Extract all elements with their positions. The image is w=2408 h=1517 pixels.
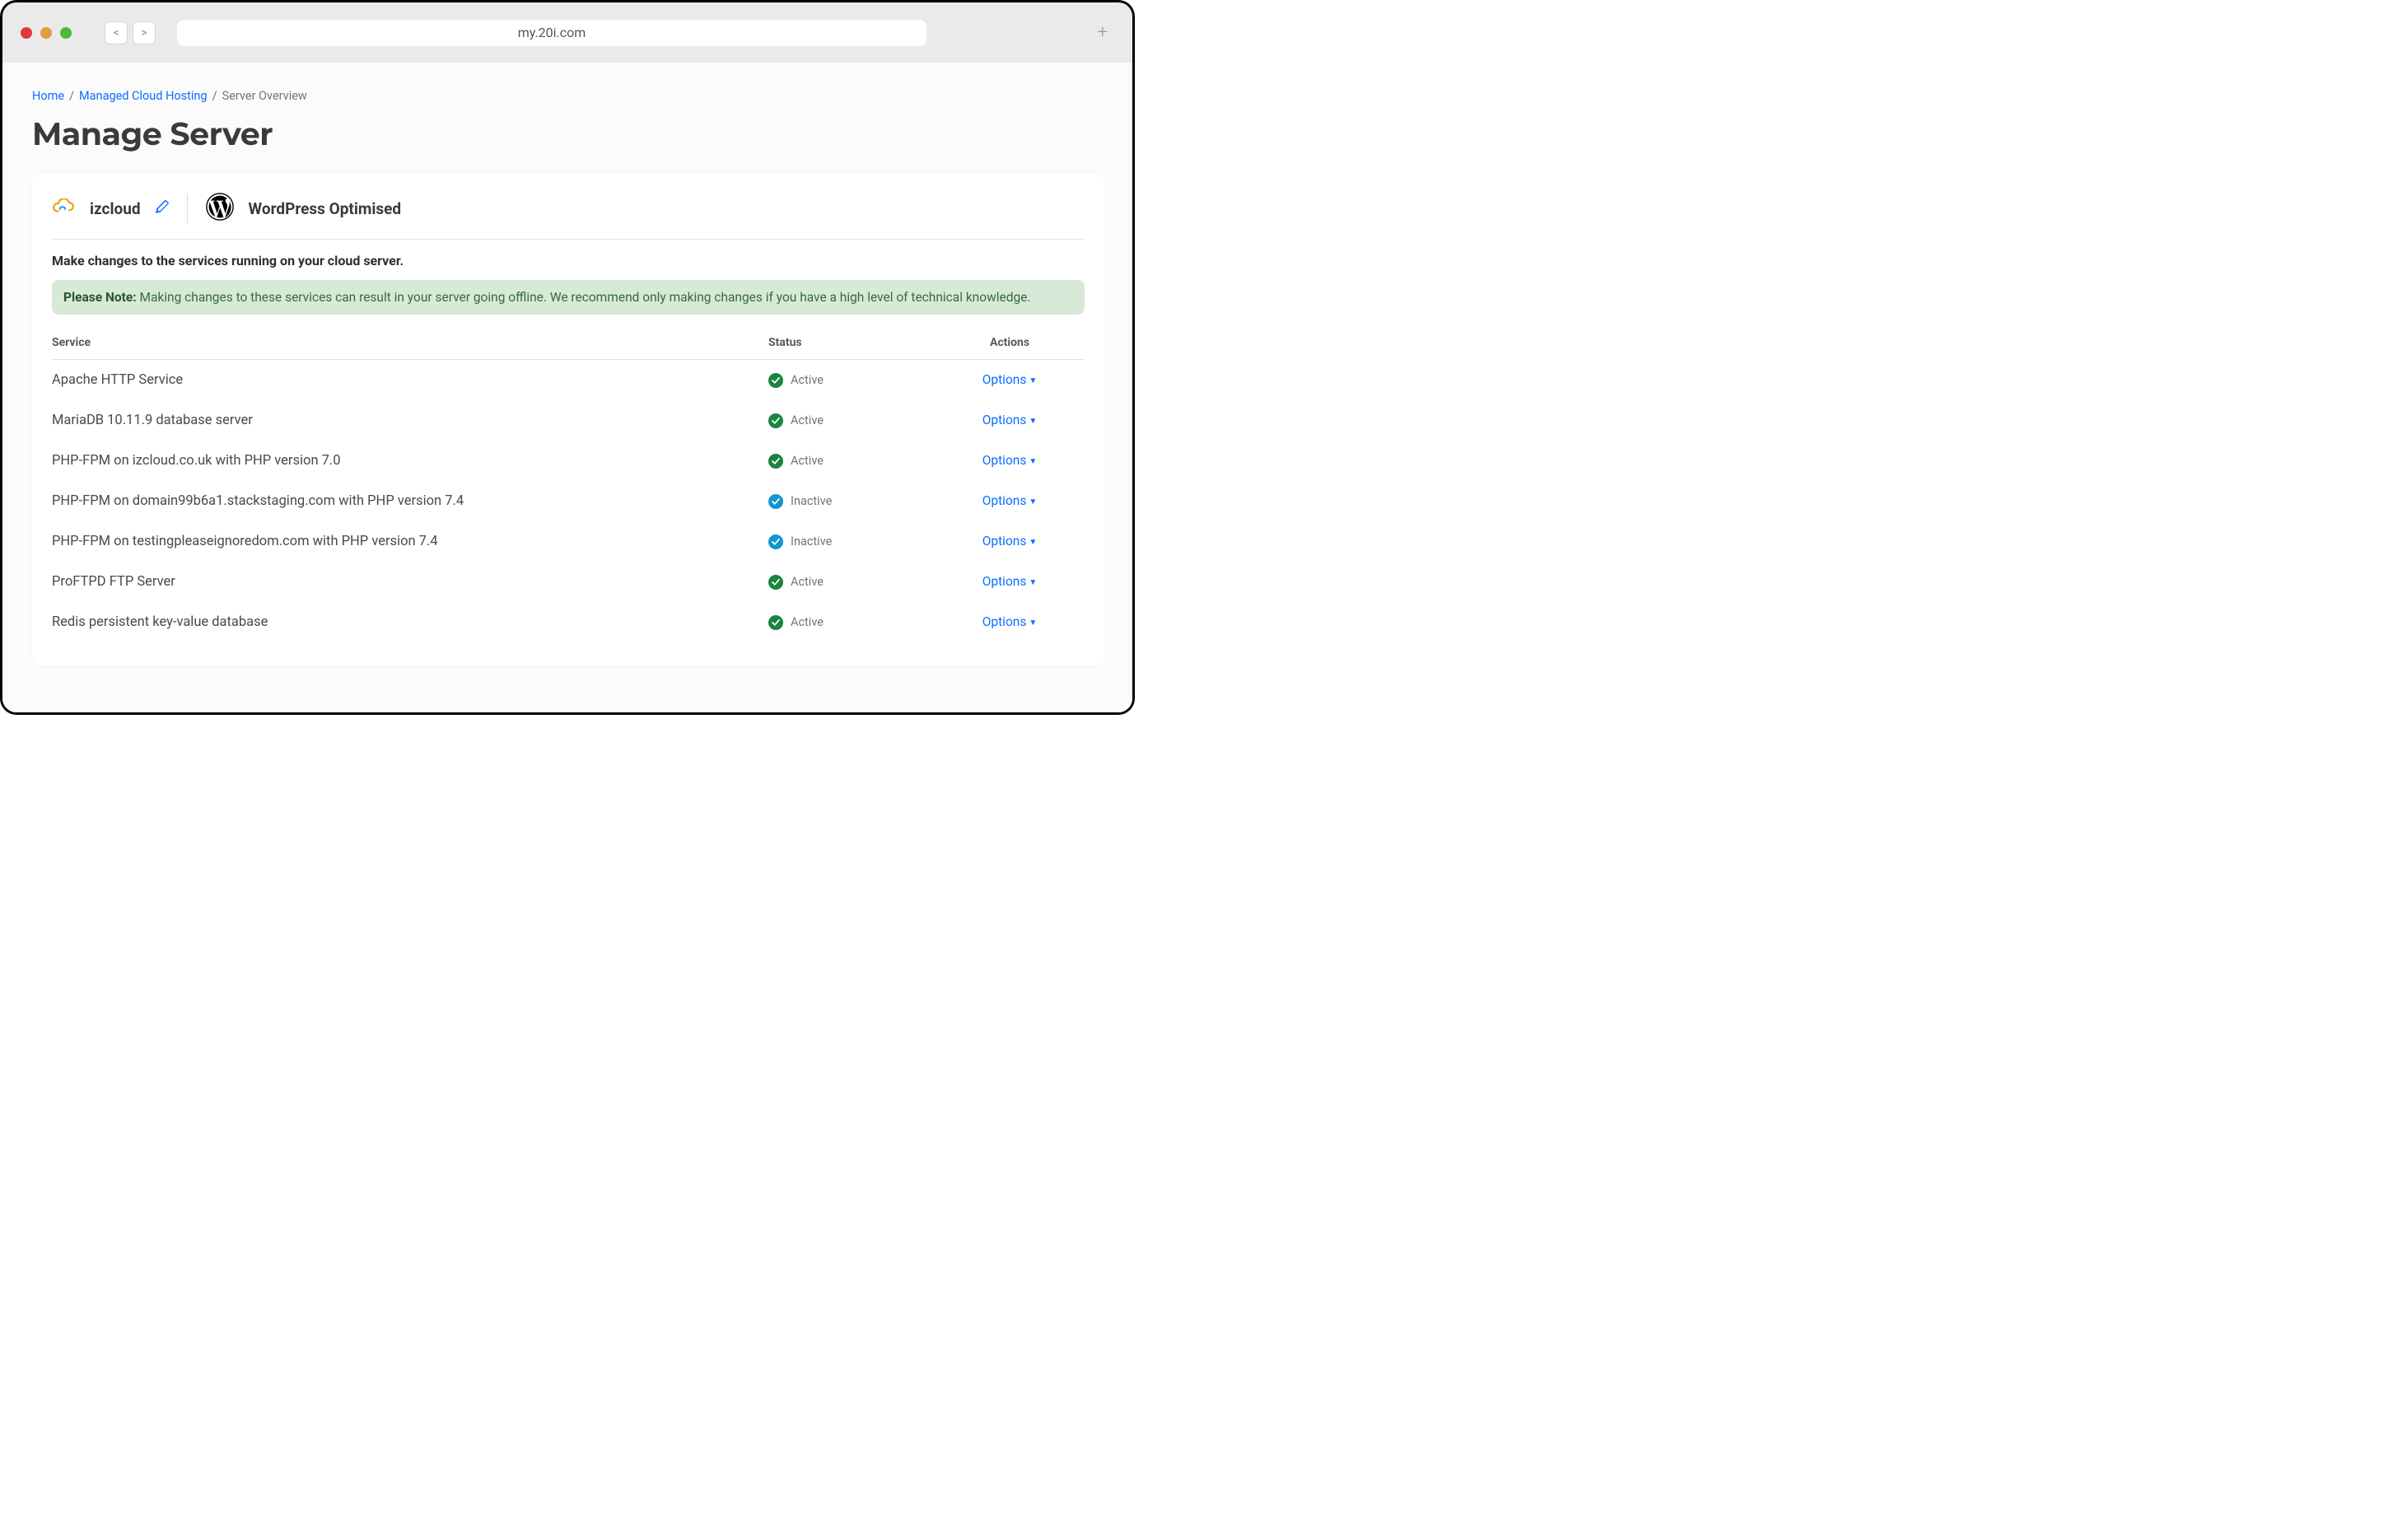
server-name: izcloud	[90, 199, 141, 218]
cell-actions: Options ▼	[935, 493, 1085, 509]
cloud-icon	[52, 198, 75, 218]
th-service: Service	[52, 336, 768, 349]
caret-down-icon: ▼	[1029, 618, 1037, 628]
table-row: PHP-FPM on domain99b6a1.stackstaging.com…	[52, 481, 1085, 521]
cell-status: Active	[768, 575, 935, 590]
table-header: Service Status Actions	[52, 331, 1085, 360]
status-active-icon	[768, 615, 783, 630]
breadcrumb-link[interactable]: Home	[32, 89, 64, 103]
options-dropdown[interactable]: Options ▼	[982, 413, 1038, 427]
traffic-light-close[interactable]	[21, 27, 32, 39]
nav-forward-button[interactable]: >	[133, 21, 156, 44]
vertical-divider	[187, 194, 188, 223]
cell-actions: Options ▼	[935, 453, 1085, 469]
options-dropdown[interactable]: Options ▼	[982, 372, 1038, 387]
status-active-icon	[768, 373, 783, 388]
options-dropdown[interactable]: Options ▼	[982, 534, 1038, 548]
table-row: PHP-FPM on testingpleaseignoredom.com wi…	[52, 521, 1085, 562]
note-prefix: Please Note:	[63, 290, 137, 305]
caret-down-icon: ▼	[1029, 578, 1037, 587]
status-active-icon	[768, 454, 783, 469]
server-panel: izcloud WordPress Optimised Make changes…	[32, 173, 1104, 665]
cell-status: Active	[768, 413, 935, 428]
address-bar[interactable]: my.20i.com	[177, 20, 926, 46]
nav-buttons: < >	[105, 21, 156, 44]
table-row: Redis persistent key-value database Activ…	[52, 602, 1085, 642]
table-row: ProFTPD FTP Server Active Options ▼	[52, 562, 1085, 602]
status-text: Active	[791, 413, 824, 427]
browser-frame: < > my.20i.com + Home / Managed Cloud Host…	[0, 0, 1135, 715]
breadcrumb-separator: /	[69, 89, 74, 103]
panel-header: izcloud WordPress Optimised	[52, 189, 1085, 240]
status-text: Active	[791, 454, 824, 468]
note-body: Making changes to these services can res…	[137, 290, 1031, 305]
browser-chrome: < > my.20i.com +	[2, 2, 1132, 63]
cell-status: Active	[768, 615, 935, 630]
breadcrumb-separator: /	[212, 89, 217, 103]
th-status: Status	[768, 336, 935, 349]
plan-label: WordPress Optimised	[249, 199, 402, 218]
caret-down-icon: ▼	[1029, 538, 1037, 547]
page-viewport: Home / Managed Cloud Hosting / Server Overvi…	[2, 63, 1132, 712]
cell-service: Apache HTTP Service	[52, 372, 768, 388]
status-inactive-icon	[768, 534, 783, 549]
cell-service: ProFTPD FTP Server	[52, 574, 768, 590]
panel-subheading: Make changes to the services running on …	[52, 253, 1085, 268]
options-dropdown[interactable]: Options ▼	[982, 453, 1038, 468]
cell-status: Active	[768, 454, 935, 469]
cell-service: PHP-FPM on testingpleaseignoredom.com wi…	[52, 534, 768, 549]
status-text: Inactive	[791, 534, 832, 548]
traffic-light-maximize[interactable]	[60, 27, 72, 39]
status-text: Inactive	[791, 494, 832, 508]
traffic-light-minimize[interactable]	[40, 27, 52, 39]
caret-down-icon: ▼	[1029, 497, 1037, 506]
note-alert: Please Note: Making changes to these ser…	[52, 280, 1085, 315]
breadcrumb-link[interactable]: Managed Cloud Hosting	[79, 89, 208, 103]
services-table: Service Status Actions Apache HTTP Servi…	[52, 331, 1085, 642]
cell-status: Active	[768, 373, 935, 388]
caret-down-icon: ▼	[1029, 417, 1037, 426]
cell-actions: Options ▼	[935, 614, 1085, 630]
status-inactive-icon	[768, 494, 783, 509]
cell-actions: Options ▼	[935, 372, 1085, 388]
cell-actions: Options ▼	[935, 413, 1085, 428]
table-row: Apache HTTP Service Active Options ▼	[52, 360, 1085, 400]
status-active-icon	[768, 413, 783, 428]
cell-actions: Options ▼	[935, 574, 1085, 590]
table-body: Apache HTTP ServiceActiveOptions ▼MariaD…	[52, 360, 1085, 642]
page-title: Manage Server	[32, 114, 1104, 153]
options-dropdown[interactable]: Options ▼	[982, 614, 1038, 629]
cell-service: MariaDB 10.11.9 database server	[52, 413, 768, 428]
browser-inner: < > my.20i.com + Home / Managed Cloud Host…	[2, 2, 1132, 712]
nav-back-button[interactable]: <	[105, 21, 128, 44]
breadcrumb-current: Server Overview	[222, 89, 307, 103]
table-row: PHP-FPM on izcloud.co.uk with PHP versio…	[52, 441, 1085, 481]
cell-actions: Options ▼	[935, 534, 1085, 549]
breadcrumb: Home / Managed Cloud Hosting / Server Overvi…	[32, 89, 1104, 103]
caret-down-icon: ▼	[1029, 376, 1037, 385]
traffic-lights	[21, 27, 72, 39]
new-tab-button[interactable]: +	[1091, 22, 1114, 43]
th-actions: Actions	[935, 336, 1085, 349]
status-active-icon	[768, 575, 783, 590]
status-text: Active	[791, 373, 824, 387]
cell-service: PHP-FPM on domain99b6a1.stackstaging.com…	[52, 493, 768, 509]
status-text: Active	[791, 615, 824, 629]
wordpress-icon	[206, 193, 234, 224]
cell-service: PHP-FPM on izcloud.co.uk with PHP versio…	[52, 453, 768, 469]
cell-status: Inactive	[768, 494, 935, 509]
options-dropdown[interactable]: Options ▼	[982, 574, 1038, 589]
status-text: Active	[791, 575, 824, 589]
edit-icon[interactable]	[156, 200, 169, 217]
cell-service: Redis persistent key-value database	[52, 614, 768, 630]
caret-down-icon: ▼	[1029, 457, 1037, 466]
table-row: MariaDB 10.11.9 database server Active Opt…	[52, 400, 1085, 441]
cell-status: Inactive	[768, 534, 935, 549]
options-dropdown[interactable]: Options ▼	[982, 493, 1038, 508]
